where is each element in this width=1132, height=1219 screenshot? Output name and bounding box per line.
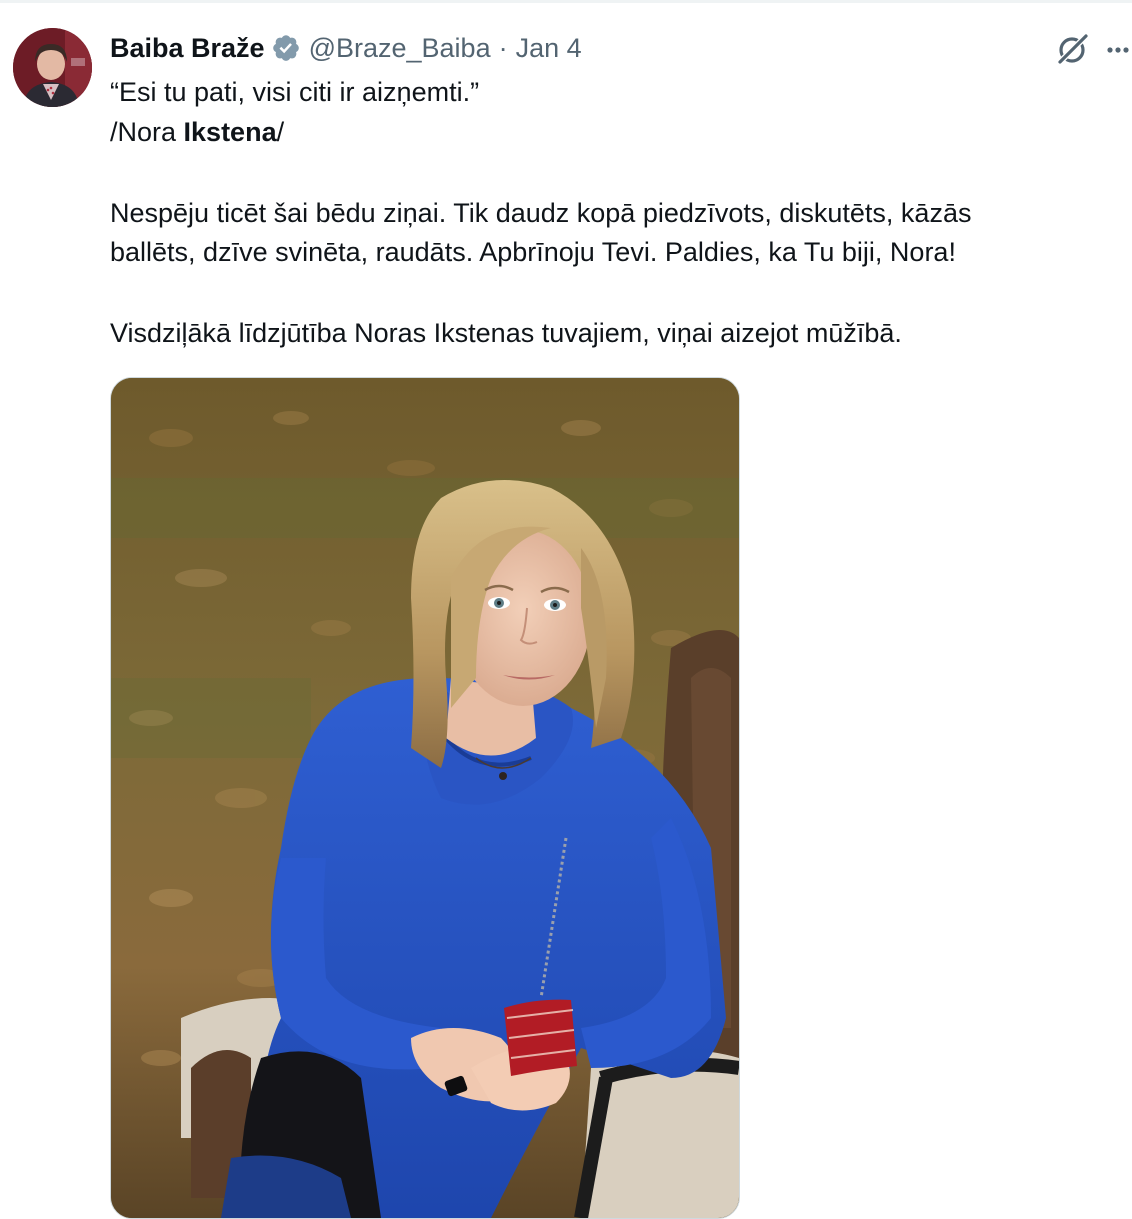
tweet-photo[interactable] <box>110 377 740 1219</box>
tweet-header: Baiba Braže @Braze_Baiba · Jan 4 <box>110 30 582 66</box>
tweet-text-line: Nespēju ticēt šai bēdu ziņai. Tik daudz … <box>110 198 972 228</box>
tweet-date[interactable]: Jan 4 <box>516 30 582 66</box>
more-icon[interactable] <box>1104 32 1132 68</box>
author-display-name[interactable]: Baiba Braže <box>110 30 265 66</box>
header-separator: · <box>498 33 508 63</box>
tweet-text-line: /Nora Ikstena/ <box>110 112 1120 152</box>
tweet-text-line: Visdziļākā līdzjūtība Noras Ikstenas tuv… <box>110 318 902 348</box>
tweet[interactable]: Baiba Braže @Braze_Baiba · Jan 4 “Esi tu… <box>0 0 1132 1219</box>
verified-badge-icon[interactable] <box>271 33 301 63</box>
tweet-text-fragment: / <box>276 117 285 147</box>
avatar[interactable] <box>13 28 92 107</box>
author-handle[interactable]: @Braze_Baiba <box>309 30 491 66</box>
tweet-text-line: ballēts, dzīve svinēta, raudāts. Apbrīno… <box>110 237 956 267</box>
tweet-text-fragment: /Nora <box>110 117 184 147</box>
tweet-text-line: “Esi tu pati, visi citi ir aizņemti.” <box>110 77 480 107</box>
tweet-text-bold: Ikstena <box>183 117 277 147</box>
grok-icon[interactable] <box>1052 30 1092 70</box>
